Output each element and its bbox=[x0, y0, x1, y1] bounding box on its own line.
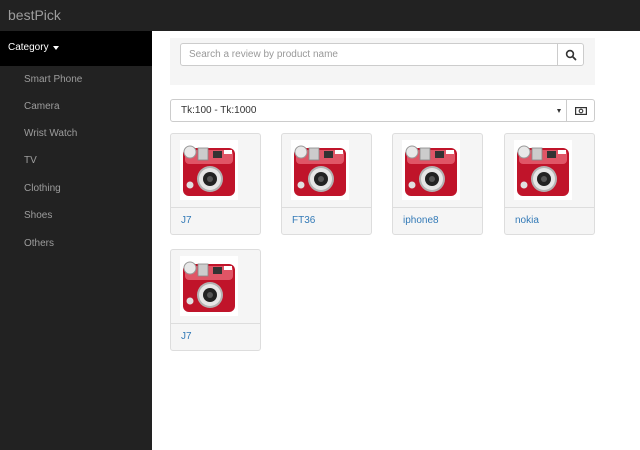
category-dropdown-toggle[interactable]: Category bbox=[0, 31, 152, 66]
product-name-link[interactable]: iphone8 bbox=[403, 215, 439, 227]
sidebar-item-wrist-watch[interactable]: Wrist Watch bbox=[24, 128, 77, 140]
sidebar-item-clothing[interactable]: Clothing bbox=[24, 183, 61, 195]
money-icon bbox=[575, 107, 587, 115]
product-image[interactable] bbox=[393, 134, 482, 208]
product-name-link[interactable]: FT36 bbox=[292, 215, 315, 227]
product-card[interactable]: FT36 bbox=[281, 133, 372, 235]
price-range-select[interactable]: Tk:100 - Tk:1000 bbox=[170, 99, 567, 122]
product-name-link[interactable]: J7 bbox=[181, 331, 192, 343]
caret-down-icon bbox=[53, 46, 59, 50]
search-button[interactable] bbox=[557, 43, 584, 66]
sidebar-item-others[interactable]: Others bbox=[24, 238, 54, 250]
price-range-value: Tk:100 - Tk:1000 bbox=[181, 105, 257, 116]
product-image[interactable] bbox=[171, 250, 260, 324]
sidebar-item-camera[interactable]: Camera bbox=[24, 101, 60, 113]
chevron-down-icon bbox=[557, 109, 561, 113]
product-card[interactable]: nokia bbox=[504, 133, 595, 235]
price-filter-button[interactable] bbox=[566, 99, 595, 122]
camera-image-icon bbox=[180, 256, 238, 316]
camera-image-icon bbox=[514, 140, 572, 200]
sidebar-item-smart-phone[interactable]: Smart Phone bbox=[24, 74, 82, 86]
product-name-link[interactable]: nokia bbox=[515, 215, 539, 227]
product-name-link[interactable]: J7 bbox=[181, 215, 192, 227]
product-card[interactable]: iphone8 bbox=[392, 133, 483, 235]
sidebar-item-tv[interactable]: TV bbox=[24, 155, 37, 167]
search-input[interactable] bbox=[180, 43, 558, 66]
brand-logo[interactable]: bestPick bbox=[8, 6, 61, 24]
product-card[interactable]: J7 bbox=[170, 133, 261, 235]
camera-image-icon bbox=[291, 140, 349, 200]
search-icon bbox=[565, 49, 577, 61]
sidebar: Category Smart Phone Camera Wrist Watch … bbox=[0, 31, 152, 450]
product-card[interactable]: J7 bbox=[170, 249, 261, 351]
category-label: Category bbox=[8, 42, 49, 53]
top-navbar: bestPick bbox=[0, 0, 640, 31]
camera-image-icon bbox=[402, 140, 460, 200]
product-image[interactable] bbox=[282, 134, 371, 208]
sidebar-item-shoes[interactable]: Shoes bbox=[24, 210, 52, 222]
camera-image-icon bbox=[180, 140, 238, 200]
product-image[interactable] bbox=[171, 134, 260, 208]
product-image[interactable] bbox=[505, 134, 594, 208]
